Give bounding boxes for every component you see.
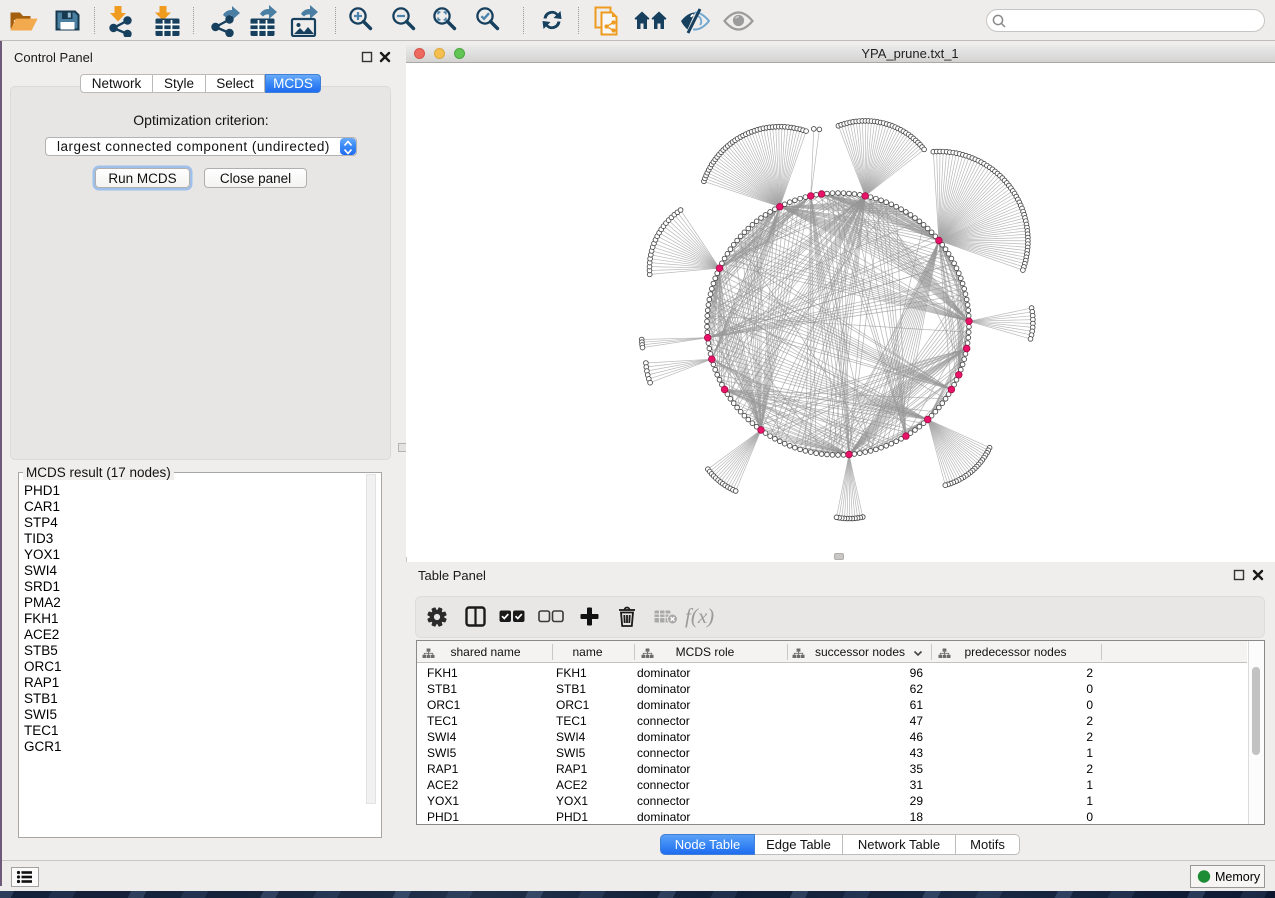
svg-text:Memory: Memory [1215, 870, 1261, 884]
